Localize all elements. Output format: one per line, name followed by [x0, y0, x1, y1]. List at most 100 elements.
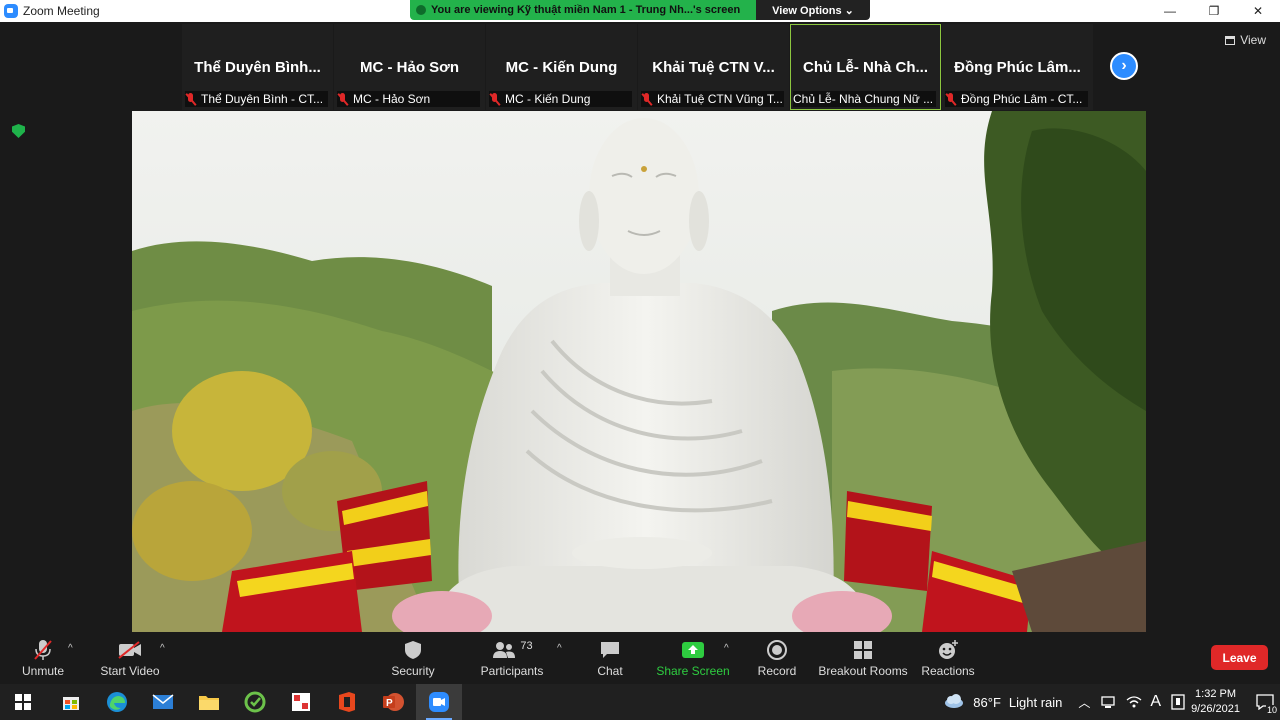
- chat-label: Chat: [597, 664, 623, 678]
- viewing-indicator: You are viewing Kỹ thuật miền Nam 1 - Tr…: [410, 0, 756, 20]
- participant-name: Chủ Lễ- Nhà Chung Nữ ...: [793, 92, 934, 106]
- green-app-icon[interactable]: [232, 684, 278, 720]
- participant-label: Chủ Lễ- Nhà Chung Nữ ...: [793, 91, 936, 107]
- participant-strip: Thể Duyên Bình... Thể Duyên Bình - CT...…: [182, 24, 1093, 110]
- share-screen-button[interactable]: Share Screen: [656, 632, 730, 684]
- start-video-button[interactable]: Start Video: [100, 632, 160, 684]
- breakout-rooms-button[interactable]: Breakout Rooms: [818, 632, 908, 684]
- powerpoint-icon[interactable]: P: [370, 684, 416, 720]
- meeting-area: View Thể Duyên Bình... Thể Duyên Bình - …: [0, 22, 1280, 632]
- participant-tile-active[interactable]: Chủ Lễ- Nhà Ch... Chủ Lễ- Nhà Chung Nữ .…: [790, 24, 941, 110]
- share-screen-icon: [681, 637, 705, 663]
- mic-muted-icon: [32, 637, 54, 663]
- participant-label: MC - Hảo Sơn: [337, 91, 480, 107]
- security-shield-icon: [404, 637, 422, 663]
- reactions-button[interactable]: Reactions: [921, 632, 975, 684]
- office-app-icon[interactable]: [324, 684, 370, 720]
- unmute-button[interactable]: Unmute: [18, 632, 68, 684]
- file-explorer-icon[interactable]: [186, 684, 232, 720]
- mic-muted-icon: [489, 92, 501, 106]
- participant-tile[interactable]: Thể Duyên Bình... Thể Duyên Bình - CT...: [182, 24, 333, 110]
- participant-tile[interactable]: Đồng Phúc Lâm... Đồng Phúc Lâm - CT...: [942, 24, 1093, 110]
- window-controls: — ❐ ✕: [1148, 0, 1280, 22]
- microsoft-store-icon[interactable]: [48, 684, 94, 720]
- reactions-smiley-icon: [937, 637, 959, 663]
- svg-text:P: P: [386, 698, 393, 709]
- minimize-button[interactable]: —: [1148, 0, 1192, 22]
- zoom-logo-icon: [4, 4, 18, 18]
- participant-name: Thể Duyên Bình - CT...: [201, 92, 324, 106]
- shared-screen-image: [132, 111, 1146, 632]
- chat-button[interactable]: Chat: [592, 632, 628, 684]
- weather-description: Light rain: [1008, 694, 1063, 710]
- tray-overflow-chevron-icon[interactable]: ︿: [1078, 694, 1090, 711]
- mic-muted-icon: [185, 92, 197, 106]
- mail-app-icon[interactable]: [140, 684, 186, 720]
- participants-label: Participants: [480, 664, 544, 678]
- participants-icon: 73: [491, 637, 533, 663]
- clock-time: 1:32 PM: [1195, 688, 1237, 700]
- share-screen-label: Share Screen: [656, 664, 730, 678]
- participant-display-name: Khải Tuệ CTN V...: [652, 59, 775, 76]
- windows-taskbar: P 86°F Light rain ︿ A 1:32 PM 9/26/2021 …: [0, 684, 1280, 720]
- participant-display-name: Chủ Lễ- Nhà Ch...: [803, 59, 928, 76]
- participant-tile[interactable]: MC - Hảo Sơn MC - Hảo Sơn: [334, 24, 485, 110]
- participants-options-chevron-icon[interactable]: ^: [557, 643, 562, 654]
- record-label: Record: [757, 664, 797, 678]
- ime-icon[interactable]: [1171, 694, 1185, 710]
- participant-tile[interactable]: MC - Kiến Dung MC - Kiến Dung: [486, 24, 637, 110]
- breakout-rooms-label: Breakout Rooms: [818, 664, 908, 678]
- participant-name: MC - Hảo Sơn: [353, 92, 431, 106]
- participant-label: Đồng Phúc Lâm - CT...: [945, 91, 1088, 107]
- next-page-arrow-icon[interactable]: ›: [1110, 52, 1138, 80]
- weather-cloud-icon[interactable]: [943, 694, 965, 710]
- view-options-button[interactable]: View Options ⌄: [756, 0, 870, 20]
- breakout-rooms-icon: [852, 637, 874, 663]
- meeting-toolbar: Unmute ^ Start Video ^ Security 73 Parti…: [0, 632, 1280, 684]
- zoom-taskbar-icon[interactable]: [416, 684, 462, 720]
- record-button[interactable]: Record: [756, 632, 798, 684]
- input-language-indicator[interactable]: A: [1150, 693, 1161, 711]
- leave-meeting-button[interactable]: Leave: [1211, 645, 1268, 670]
- viewing-text: You are viewing Kỹ thuật miền Nam 1 - Tr…: [431, 4, 741, 16]
- buddha-statue-photo: [132, 111, 1146, 632]
- chat-bubble-icon: [599, 637, 621, 663]
- windows-start-icon[interactable]: [0, 684, 46, 720]
- mic-muted-icon: [337, 92, 349, 106]
- clock-date: 9/26/2021: [1191, 703, 1240, 715]
- reactions-label: Reactions: [921, 664, 975, 678]
- encryption-shield-icon[interactable]: [12, 124, 25, 138]
- participant-label: Thể Duyên Bình - CT...: [185, 91, 328, 107]
- edge-browser-icon[interactable]: [94, 684, 140, 720]
- restore-button[interactable]: ❐: [1192, 0, 1236, 22]
- notification-count: 10: [1265, 705, 1278, 715]
- share-status-icon: [416, 5, 426, 15]
- video-off-icon: [117, 637, 143, 663]
- record-icon: [766, 637, 788, 663]
- participant-name: MC - Kiến Dung: [505, 92, 591, 106]
- window-title: Zoom Meeting: [23, 4, 100, 18]
- action-center-button[interactable]: 10: [1250, 684, 1280, 720]
- weather-temperature: 86°F: [973, 694, 1001, 710]
- close-button[interactable]: ✕: [1236, 0, 1280, 22]
- puzzle-app-icon[interactable]: [278, 684, 324, 720]
- view-layout-button[interactable]: View: [1225, 33, 1266, 47]
- system-tray: 86°F Light rain ︿ A 1:32 PM 9/26/2021 10: [943, 684, 1280, 720]
- participants-button[interactable]: 73 Participants: [480, 632, 544, 684]
- share-options-chevron-icon[interactable]: ^: [724, 643, 729, 654]
- wifi-icon[interactable]: [1126, 695, 1142, 709]
- security-label: Security: [391, 664, 435, 678]
- network-icon[interactable]: [1100, 695, 1116, 709]
- participant-display-name: Đồng Phúc Lâm...: [954, 59, 1081, 76]
- participant-display-name: MC - Hảo Sơn: [360, 59, 459, 76]
- participant-label: Khải Tuệ CTN Vũng T...: [641, 91, 784, 107]
- video-options-chevron-icon[interactable]: ^: [160, 643, 165, 654]
- participant-name: Khải Tuệ CTN Vũng T...: [657, 92, 783, 106]
- audio-options-chevron-icon[interactable]: ^: [68, 643, 73, 654]
- security-button[interactable]: Security: [390, 632, 436, 684]
- participant-display-name: Thể Duyên Bình...: [194, 59, 321, 76]
- participant-tile[interactable]: Khải Tuệ CTN V... Khải Tuệ CTN Vũng T...: [638, 24, 789, 110]
- mic-muted-icon: [945, 92, 957, 106]
- view-label: View: [1240, 33, 1266, 47]
- taskbar-clock[interactable]: 1:32 PM 9/26/2021: [1191, 687, 1240, 717]
